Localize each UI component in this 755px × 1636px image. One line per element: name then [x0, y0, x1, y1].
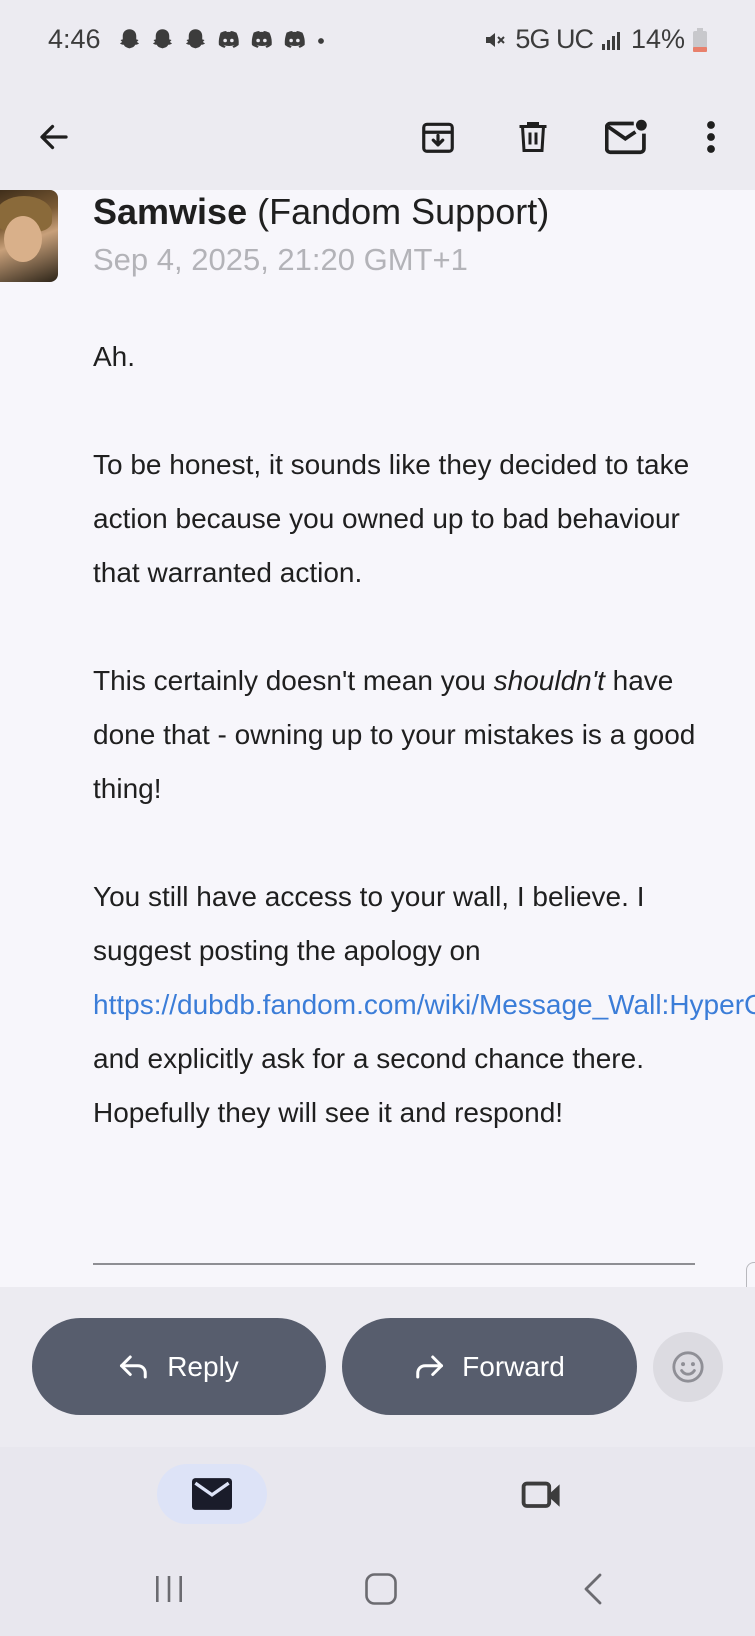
body-paragraph-4: You still have access to your wall, I be… — [93, 870, 755, 1140]
email-toolbar — [0, 84, 755, 190]
back-chevron-icon — [584, 1573, 602, 1605]
mute-vibrate-icon — [486, 32, 506, 47]
more-vertical-icon — [707, 121, 715, 153]
status-bar: 4:46 5G UC 14% — [0, 0, 755, 84]
sender-line: Samwise (Fandom Support) — [93, 190, 549, 234]
recents-button[interactable] — [139, 1566, 199, 1612]
forward-label: Forward — [462, 1350, 565, 1382]
archive-button[interactable] — [408, 107, 468, 167]
nav-mail-tab[interactable] — [157, 1464, 267, 1524]
more-options-button[interactable] — [681, 107, 741, 167]
mark-unread-button[interactable] — [597, 107, 657, 167]
status-time: 4:46 — [48, 24, 101, 54]
reply-button[interactable]: Reply — [32, 1318, 326, 1415]
archive-icon — [422, 122, 454, 153]
reply-icon — [120, 1355, 147, 1378]
message-wall-link[interactable]: https://dubdb.fandom.com/wiki/Message_Wa… — [93, 989, 755, 1020]
notification-icons — [116, 27, 328, 54]
body-paragraph-2: To be honest, it sounds like they decide… — [93, 449, 690, 588]
emphasis-text: shouldn't — [493, 665, 605, 696]
discord-icon — [284, 30, 305, 48]
message-view[interactable]: Samwise (Fandom Support) Sep 4, 2025, 21… — [0, 190, 755, 1287]
sender-organization: (Fandom Support) — [247, 191, 550, 232]
message-body: Ah. To be honest, it sounds like they de… — [93, 330, 755, 1140]
snapchat-icon — [152, 29, 173, 49]
forward-button[interactable]: Forward — [342, 1318, 637, 1415]
nav-meet-tab[interactable] — [512, 1464, 572, 1524]
mail-unread-icon — [605, 119, 647, 155]
video-camera-icon — [521, 1481, 560, 1508]
recents-icon — [156, 1576, 182, 1602]
trash-icon — [519, 122, 547, 152]
body-paragraph-3: This certainly doesn't mean you shouldn'… — [93, 665, 696, 804]
discord-icon — [251, 30, 272, 48]
snapchat-icon — [185, 29, 206, 49]
discord-icon — [218, 30, 239, 48]
arrow-left-icon — [40, 124, 68, 150]
bottom-navigation — [0, 1447, 755, 1542]
emoji-reaction-icon — [672, 1351, 704, 1383]
snapchat-icon — [119, 29, 140, 49]
network-type: 5G UC — [515, 24, 594, 54]
back-button[interactable] — [24, 107, 84, 167]
emoji-reaction-button[interactable] — [653, 1332, 723, 1402]
system-navigation-bar — [0, 1542, 755, 1636]
home-icon — [365, 1573, 397, 1605]
message-divider — [93, 1263, 695, 1265]
battery-icon — [693, 27, 707, 52]
forward-icon — [416, 1355, 444, 1378]
more-notifications-dot-icon — [318, 37, 324, 44]
battery-percent: 14% — [630, 24, 685, 54]
system-back-button[interactable] — [563, 1566, 623, 1612]
sender-name: Samwise — [93, 191, 248, 232]
signal-icon — [601, 31, 620, 50]
reply-label: Reply — [167, 1350, 239, 1382]
delete-button[interactable] — [503, 107, 563, 167]
message-actions: Reply Forward — [0, 1287, 755, 1447]
message-date: Sep 4, 2025, 21:20 GMT+1 — [93, 242, 468, 277]
home-button[interactable] — [351, 1566, 411, 1612]
mail-icon — [192, 1478, 232, 1510]
body-paragraph-1: Ah. — [93, 341, 136, 372]
sender-avatar[interactable] — [0, 190, 58, 282]
status-right: 5G UC 14% — [483, 24, 707, 55]
